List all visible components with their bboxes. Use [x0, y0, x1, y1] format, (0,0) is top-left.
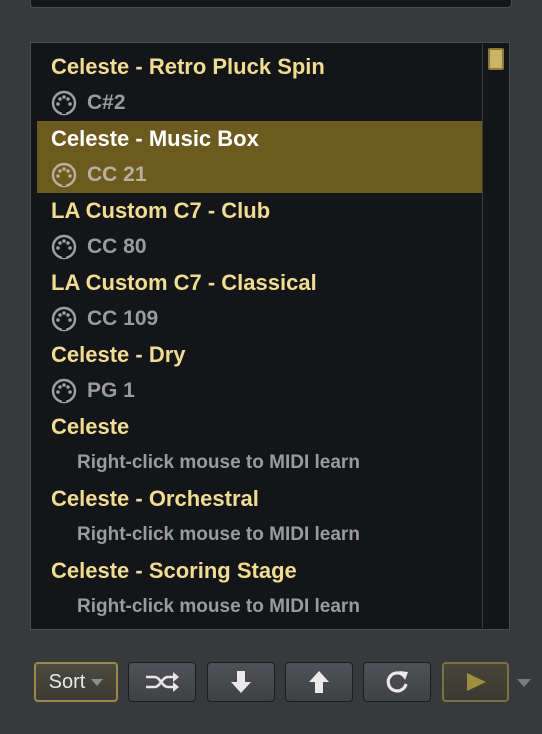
preset-item[interactable]: LA Custom C7 - Club CC 80 — [37, 193, 483, 265]
chevron-down-icon — [91, 678, 104, 686]
midi-icon — [51, 90, 77, 116]
midi-learn-hint: Right-click mouse to MIDI learn — [51, 517, 483, 553]
arrow-up-icon — [309, 671, 329, 693]
midi-learn-hint: Right-click mouse to MIDI learn — [51, 445, 483, 481]
midi-assignment: PG 1 — [51, 373, 483, 409]
scrollbar[interactable] — [482, 44, 508, 628]
preset-title: Celeste - Music Box — [51, 126, 259, 151]
midi-icon — [51, 306, 77, 332]
preset-item[interactable]: Celeste Right-click mouse to MIDI learn — [37, 409, 483, 481]
preset-sub-label: CC 80 — [87, 235, 147, 258]
preset-list-items: Celeste - Retro Pluck Spin C#2 Celeste - M… — [37, 49, 483, 625]
preset-item[interactable]: Celeste - Scoring Stage Right-click mouse… — [37, 553, 483, 625]
preset-list: Celeste - Retro Pluck Spin C#2 Celeste - M… — [30, 42, 510, 630]
preset-title: Celeste — [51, 414, 130, 439]
toolbar: Sort — [34, 662, 534, 702]
midi-learn-hint: Right-click mouse to MIDI learn — [51, 589, 483, 625]
midi-icon — [51, 378, 77, 404]
preset-sub-label: CC 21 — [87, 163, 147, 186]
midi-assignment: C#2 — [51, 85, 483, 121]
preset-sub-label: C#2 — [87, 91, 126, 114]
midi-assignment: CC 109 — [51, 301, 483, 337]
shuffle-button[interactable] — [128, 662, 196, 702]
preset-title: Celeste - Scoring Stage — [51, 558, 297, 583]
move-down-button[interactable] — [207, 662, 275, 702]
preset-sub-label: Right-click mouse to MIDI learn — [77, 452, 360, 473]
preset-title: LA Custom C7 - Club — [51, 198, 271, 223]
refresh-button[interactable] — [363, 662, 431, 702]
midi-assignment: CC 21 — [51, 157, 483, 193]
midi-assignment: CC 80 — [51, 229, 483, 265]
shuffle-icon — [146, 672, 179, 692]
preset-sub-label: Right-click mouse to MIDI learn — [77, 596, 360, 617]
arrow-down-icon — [231, 671, 251, 693]
preset-title: LA Custom C7 - Classical — [51, 270, 317, 295]
preset-item[interactable]: Celeste - Orchestral Right-click mouse to… — [37, 481, 483, 553]
preset-item[interactable]: Celeste - Music Box CC 21 — [37, 121, 483, 193]
more-menu-chevron-icon[interactable] — [517, 679, 531, 687]
midi-icon — [51, 234, 77, 260]
move-up-button[interactable] — [285, 662, 353, 702]
sort-label: Sort — [48, 670, 86, 693]
top-field — [30, 0, 512, 8]
refresh-icon — [386, 671, 408, 693]
preset-item[interactable]: Celeste - Retro Pluck Spin C#2 — [37, 49, 483, 121]
preset-sub-label: CC 109 — [87, 307, 159, 330]
midi-icon — [51, 162, 77, 188]
preset-sub-label: Right-click mouse to MIDI learn — [77, 524, 360, 545]
play-icon — [466, 673, 486, 691]
scroll-thumb[interactable] — [488, 48, 504, 70]
preset-panel: Celeste - Retro Pluck Spin C#2 Celeste - M… — [0, 0, 542, 734]
preset-title: Celeste - Orchestral — [51, 486, 259, 511]
preset-title: Celeste - Dry — [51, 342, 186, 367]
preset-item[interactable]: LA Custom C7 - Classical CC 109 — [37, 265, 483, 337]
sort-button[interactable]: Sort — [34, 662, 118, 702]
preset-title: Celeste - Retro Pluck Spin — [51, 54, 325, 79]
preset-sub-label: PG 1 — [87, 379, 135, 402]
preset-item[interactable]: Celeste - Dry PG 1 — [37, 337, 483, 409]
play-button[interactable] — [442, 662, 509, 702]
